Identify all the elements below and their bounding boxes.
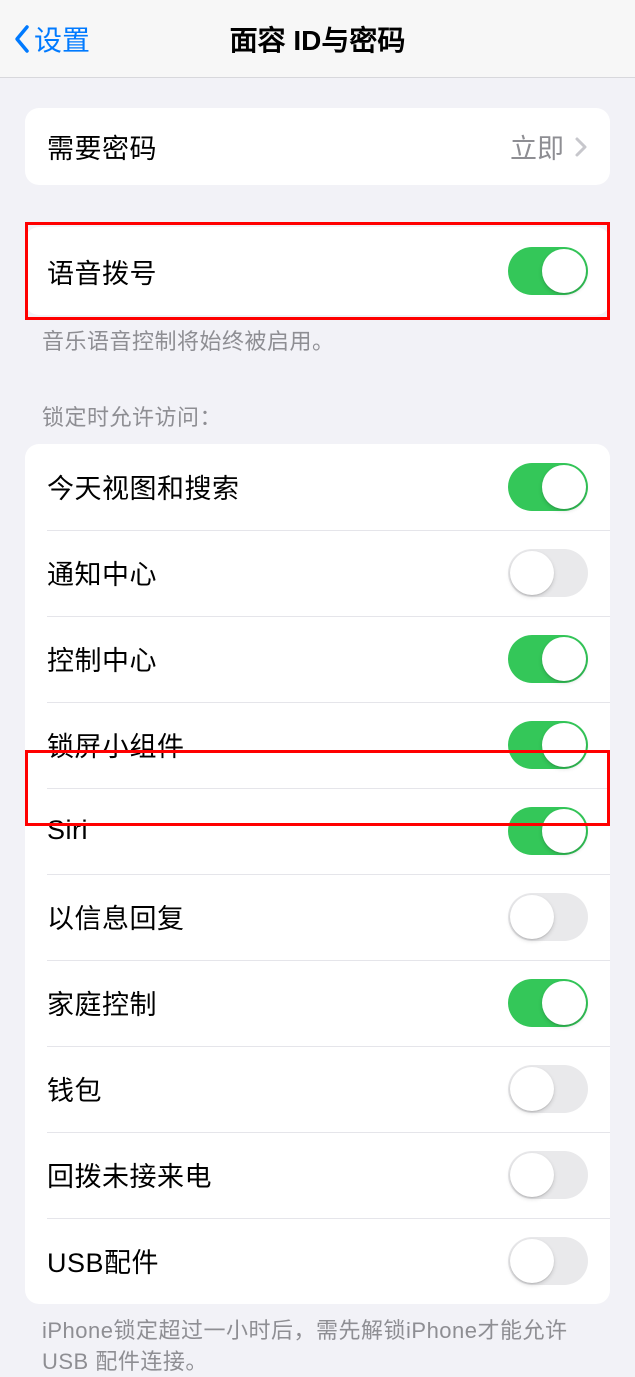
voice-dial-group: 语音拨号 <box>25 227 610 315</box>
usb-accessories-label: USB配件 <box>47 1241 159 1280</box>
siri-label: Siri <box>47 815 88 846</box>
control-center-toggle[interactable] <box>508 635 588 683</box>
require-passcode-value: 立即 <box>510 127 564 166</box>
voice-dial-toggle[interactable] <box>508 247 588 295</box>
notification-center-row: 通知中心 <box>25 530 610 616</box>
reply-with-message-row: 以信息回复 <box>25 874 610 960</box>
control-center-label: 控制中心 <box>47 639 157 678</box>
voice-dial-label: 语音拨号 <box>47 252 157 291</box>
usb-accessories-row: USB配件 <box>25 1218 610 1304</box>
require-passcode-row[interactable]: 需要密码 立即 <box>25 108 610 185</box>
allow-access-footer: iPhone锁定超过一小时后，需先解锁iPhone才能允许USB 配件连接。 <box>0 1304 635 1377</box>
usb-accessories-toggle[interactable] <box>508 1237 588 1285</box>
wallet-toggle[interactable] <box>508 1065 588 1113</box>
today-view-label: 今天视图和搜索 <box>47 467 240 506</box>
allow-access-header: 锁定时允许访问： <box>0 400 635 444</box>
siri-row: Siri <box>25 788 610 874</box>
notification-center-toggle[interactable] <box>508 549 588 597</box>
lock-screen-widgets-label: 锁屏小组件 <box>47 725 185 764</box>
require-passcode-label: 需要密码 <box>47 127 157 166</box>
back-button[interactable]: 设置 <box>12 19 90 59</box>
return-missed-calls-toggle[interactable] <box>508 1151 588 1199</box>
reply-with-message-label: 以信息回复 <box>47 897 185 936</box>
today-view-toggle[interactable] <box>508 463 588 511</box>
voice-dial-row: 语音拨号 <box>25 227 610 315</box>
home-control-toggle[interactable] <box>508 979 588 1027</box>
today-view-row: 今天视图和搜索 <box>25 444 610 530</box>
chevron-right-icon <box>574 136 588 158</box>
page-title: 面容 ID与密码 <box>230 19 406 59</box>
return-missed-calls-row: 回拨未接来电 <box>25 1132 610 1218</box>
voice-dial-footer: 音乐语音控制将始终被启用。 <box>0 315 635 358</box>
reply-with-message-toggle[interactable] <box>508 893 588 941</box>
wallet-row: 钱包 <box>25 1046 610 1132</box>
siri-toggle[interactable] <box>508 807 588 855</box>
return-missed-calls-label: 回拨未接来电 <box>47 1155 212 1194</box>
home-control-row: 家庭控制 <box>25 960 610 1046</box>
allow-access-group: 今天视图和搜索通知中心控制中心锁屏小组件 Siri 以信息回复家庭控制钱包回拨未接来… <box>25 444 610 1304</box>
wallet-label: 钱包 <box>47 1069 102 1108</box>
home-control-label: 家庭控制 <box>47 983 157 1022</box>
back-label: 设置 <box>34 19 90 59</box>
require-passcode-group: 需要密码 立即 <box>25 108 610 185</box>
notification-center-label: 通知中心 <box>47 553 157 592</box>
navigation-bar: 设置 面容 ID与密码 <box>0 0 635 78</box>
lock-screen-widgets-row: 锁屏小组件 <box>25 702 610 788</box>
lock-screen-widgets-toggle[interactable] <box>508 721 588 769</box>
control-center-row: 控制中心 <box>25 616 610 702</box>
back-chevron-icon <box>12 23 32 55</box>
